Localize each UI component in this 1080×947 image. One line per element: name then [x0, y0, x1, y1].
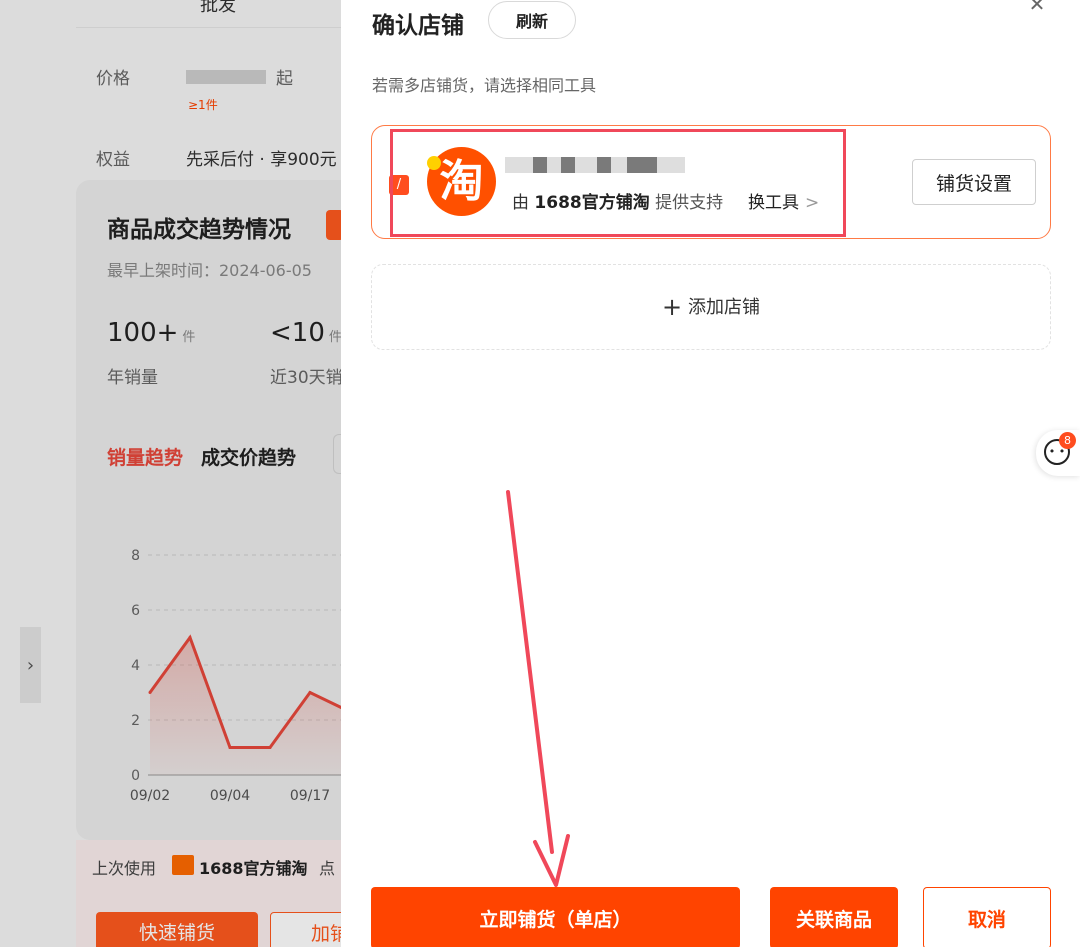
- add-shop-label: 添加店铺: [688, 297, 761, 318]
- multi-shop-hint: 若需多店铺货，请选择相同工具: [372, 76, 597, 95]
- shop-card[interactable]: / 淘 由 1688官方铺淘 提供支持 换工具 > 铺货设置: [371, 125, 1051, 239]
- assistant-float-button[interactable]: • • 8: [1036, 430, 1080, 476]
- link-product-button[interactable]: 关联商品: [770, 887, 898, 947]
- notification-badge: 8: [1059, 432, 1076, 449]
- cancel-button[interactable]: 取消: [923, 887, 1051, 947]
- drawer-title: 确认店铺: [372, 13, 464, 39]
- close-icon[interactable]: ✕: [1025, 0, 1049, 16]
- confirm-shop-drawer: 确认店铺 刷新 ✕ 若需多店铺货，请选择相同工具 / 淘 由 1688官方铺淘 …: [341, 0, 1080, 947]
- list-now-single-shop-button[interactable]: 立即铺货（单店）: [371, 887, 740, 947]
- listing-settings-button[interactable]: 铺货设置: [912, 159, 1036, 205]
- add-shop-button[interactable]: + 添加店铺: [371, 264, 1051, 350]
- refresh-button[interactable]: 刷新: [488, 1, 576, 39]
- annotation-highlight-box: [390, 129, 846, 237]
- plus-icon: +: [661, 293, 683, 321]
